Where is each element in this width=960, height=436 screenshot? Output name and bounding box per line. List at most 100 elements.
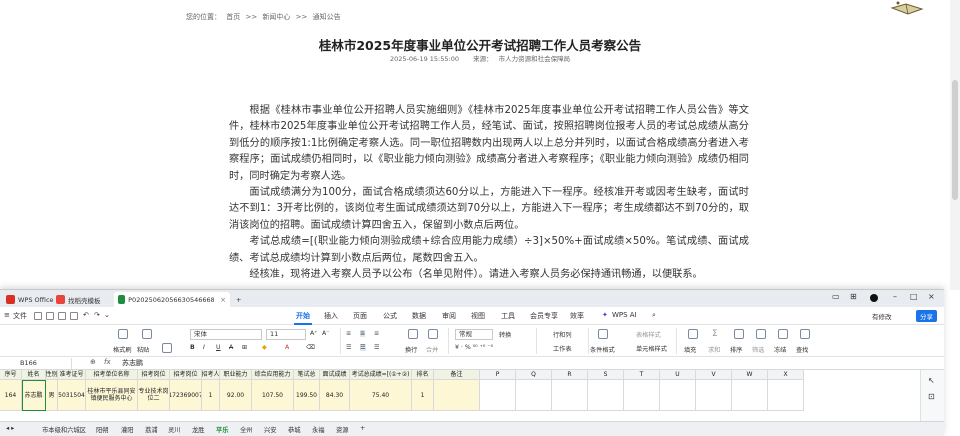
- column-header-cell[interactable]: 笔试总: [294, 370, 320, 380]
- table-cell[interactable]: 92.00: [220, 380, 252, 411]
- sheet-tab[interactable]: 阳朔: [96, 425, 109, 434]
- layout-icon[interactable]: ▭: [832, 292, 840, 301]
- merge-icon[interactable]: [428, 329, 438, 339]
- side-tool-icon[interactable]: ⊡: [928, 392, 935, 401]
- font-name-select[interactable]: 宋体: [190, 329, 262, 340]
- menu-page[interactable]: 页面: [353, 311, 367, 321]
- sort-icon[interactable]: [734, 329, 744, 339]
- column-header-cell[interactable]: 招考人: [202, 370, 220, 380]
- redo-icon[interactable]: ↷: [94, 311, 100, 319]
- grid-icon[interactable]: ⊞: [850, 292, 857, 301]
- sheet-tab[interactable]: 荔浦: [145, 425, 158, 434]
- table-cell[interactable]: 1145031504111: [58, 380, 86, 411]
- sum-button[interactable]: 求和: [708, 345, 720, 354]
- menu-efficiency[interactable]: 效率: [570, 311, 584, 321]
- breadcrumb-home[interactable]: 首页: [226, 13, 240, 21]
- strikethrough-icon[interactable]: A: [229, 344, 233, 351]
- cell-reference-box[interactable]: B166: [2, 358, 72, 369]
- column-header-cell[interactable]: 职业能力: [220, 370, 252, 380]
- formula-input[interactable]: 苏志鹏: [122, 358, 143, 369]
- minimize-icon[interactable]: –: [893, 292, 897, 301]
- table-cell[interactable]: 男: [46, 380, 58, 411]
- find-button[interactable]: 查找: [796, 345, 808, 354]
- undo-icon[interactable]: ↶: [83, 311, 89, 319]
- column-header-cell[interactable]: 准考证号: [58, 370, 86, 380]
- column-letter[interactable]: R: [552, 370, 588, 380]
- search-icon[interactable]: ⌕: [652, 311, 656, 320]
- column-header-cell[interactable]: 招考单位名称: [86, 370, 138, 380]
- add-sheet-button[interactable]: +: [360, 425, 365, 432]
- cond-format-button[interactable]: 条件格式: [590, 345, 615, 354]
- table-cell[interactable]: 桂林市平乐县同安镇便民服务中心: [86, 380, 138, 411]
- sheet-tab[interactable]: 全州: [240, 425, 253, 434]
- column-letter[interactable]: P: [480, 370, 516, 380]
- table-cell[interactable]: 75.40: [350, 380, 412, 411]
- column-header-cell[interactable]: 综合应用能力: [252, 370, 294, 380]
- find-icon[interactable]: [800, 329, 810, 339]
- column-header-cell[interactable]: 排名: [412, 370, 434, 380]
- align-middle-icon[interactable]: ≡: [360, 330, 366, 337]
- empty-cell[interactable]: [660, 380, 696, 411]
- column-letter[interactable]: X: [768, 370, 804, 380]
- selected-cell[interactable]: 苏志鹏: [22, 380, 46, 411]
- filter-icon[interactable]: [756, 329, 766, 339]
- breadcrumb-news[interactable]: 新闻中心: [262, 13, 290, 21]
- cut-copy-icon[interactable]: [162, 343, 172, 353]
- align-right-icon[interactable]: ☰: [374, 344, 380, 351]
- paste-button[interactable]: 粘贴: [137, 345, 149, 354]
- menu-tools[interactable]: 工具: [501, 311, 515, 321]
- bold-icon[interactable]: B: [190, 344, 195, 351]
- column-header-cell[interactable]: 序号: [0, 370, 22, 380]
- font-color-icon[interactable]: A: [285, 344, 289, 351]
- sheet-tab[interactable]: 灌阳: [121, 425, 134, 434]
- column-letter[interactable]: U: [660, 370, 696, 380]
- empty-cell[interactable]: [768, 380, 804, 411]
- empty-cell[interactable]: [696, 380, 732, 411]
- menu-home[interactable]: 开始: [294, 311, 312, 325]
- column-header-cell[interactable]: 备注: [434, 370, 480, 380]
- sheet-tab[interactable]: 龙胜: [192, 425, 205, 434]
- close-tab-icon[interactable]: ×: [220, 296, 226, 304]
- maximize-icon[interactable]: □: [910, 292, 918, 301]
- column-letter[interactable]: T: [624, 370, 660, 380]
- print-icon[interactable]: [58, 312, 66, 320]
- close-window-icon[interactable]: ×: [928, 292, 935, 301]
- column-letter[interactable]: S: [588, 370, 624, 380]
- wps-ai-icon[interactable]: ✦: [602, 311, 608, 319]
- column-letter[interactable]: V: [696, 370, 732, 380]
- worksheet-button[interactable]: 工作表: [553, 344, 572, 353]
- export-icon[interactable]: [46, 312, 54, 320]
- column-header-cell[interactable]: 招考岗位: [170, 370, 202, 380]
- table-style-button[interactable]: 表格样式: [636, 330, 661, 339]
- menu-insert[interactable]: 插入: [324, 311, 338, 321]
- align-center-icon[interactable]: ☰: [360, 344, 366, 351]
- rows-cols-button[interactable]: 行和列: [553, 330, 572, 339]
- sheet-tab[interactable]: 平乐: [214, 425, 231, 436]
- menu-data[interactable]: 数据: [412, 311, 426, 321]
- column-header-cell[interactable]: 招考岗位: [138, 370, 170, 380]
- convert-button[interactable]: 转换: [499, 330, 511, 339]
- column-header-cell[interactable]: 姓名: [22, 370, 46, 380]
- breadcrumb-notice[interactable]: 通知公告: [313, 13, 341, 21]
- freeze-icon[interactable]: [778, 329, 788, 339]
- merge-button[interactable]: 合并: [426, 345, 438, 354]
- table-cell[interactable]: [434, 380, 480, 411]
- currency-icon[interactable]: ¥ · % ⁰⁰ ⁺⁰ ⁻⁰: [455, 344, 493, 351]
- font-size-select[interactable]: 11: [266, 329, 306, 340]
- table-cell[interactable]: 专业技术岗位二: [138, 380, 170, 411]
- hamburger-icon[interactable]: ≡: [4, 311, 10, 319]
- conditional-format-icon[interactable]: [598, 329, 608, 339]
- clear-format-icon[interactable]: ⌫: [306, 344, 315, 351]
- sum-icon[interactable]: Σ: [712, 329, 718, 339]
- column-letter[interactable]: Q: [516, 370, 552, 380]
- scrollbar-thumb[interactable]: [952, 80, 958, 200]
- sheet-tab[interactable]: 恭城: [288, 425, 301, 434]
- more-icon[interactable]: ⌄: [104, 311, 110, 319]
- filter-button[interactable]: 筛选: [752, 345, 764, 354]
- italic-icon[interactable]: I: [203, 344, 205, 351]
- align-left-icon[interactable]: ☰: [346, 344, 352, 351]
- sheet-tab[interactable]: 永福: [312, 425, 325, 434]
- empty-cell[interactable]: [624, 380, 660, 411]
- empty-cell[interactable]: [480, 380, 516, 411]
- fill-icon[interactable]: [688, 329, 698, 339]
